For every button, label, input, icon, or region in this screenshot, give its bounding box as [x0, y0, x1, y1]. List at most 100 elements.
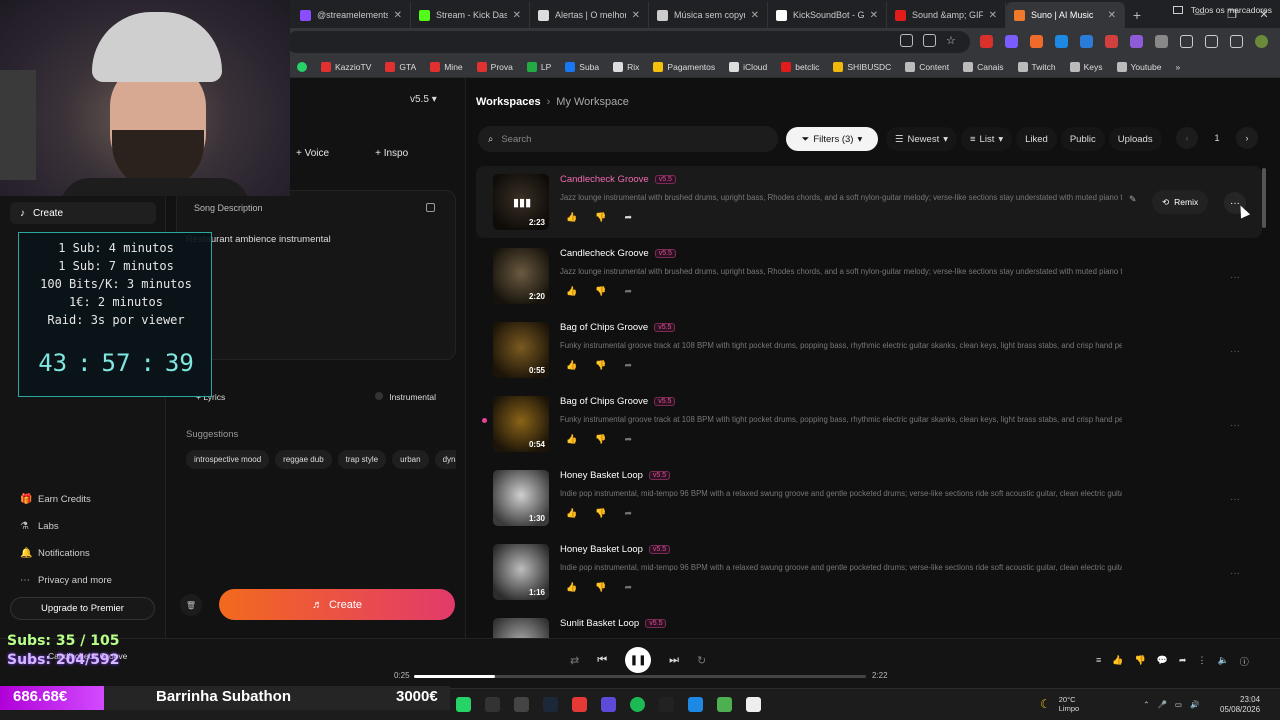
nav-create[interactable]: ♪ Create	[10, 202, 156, 224]
suggestion-chip[interactable]: reggae dub	[275, 450, 332, 469]
song-cover[interactable]: 0:55	[493, 322, 549, 378]
queue-icon[interactable]: ≡	[1096, 655, 1101, 668]
more-options-button[interactable]: ···	[1224, 340, 1246, 362]
extension-icon[interactable]	[1005, 35, 1018, 48]
inspo-button[interactable]: + Inspo	[375, 148, 408, 159]
instrumental-toggle[interactable]: Instrumental	[375, 392, 436, 402]
suggestion-chip[interactable]: trap style	[337, 450, 387, 469]
extension-icon[interactable]	[1130, 35, 1143, 48]
nav-item[interactable]: 🎁 Earn Credits	[20, 486, 112, 513]
bookmark-item[interactable]: Pagamentos	[646, 61, 722, 72]
nav-item[interactable]: 🔔 Notifications	[20, 540, 112, 567]
reading-list-icon[interactable]	[1230, 35, 1243, 48]
like-icon[interactable]: 👍	[566, 434, 577, 445]
share-icon[interactable]: ➦	[1179, 655, 1187, 668]
song-row[interactable]: 1:16 Honey Basket Loop v5.5 Indie pop instr…	[476, 536, 1262, 608]
extension-icon[interactable]	[1055, 35, 1068, 48]
version-selector[interactable]: v5.5 ▾	[410, 94, 437, 105]
puzzle-icon[interactable]	[1180, 35, 1193, 48]
extension-icon[interactable]	[1155, 35, 1168, 48]
song-row[interactable]: 0:55 Bag of Chips Groove v5.5 Funky instrum…	[476, 314, 1262, 386]
suggestion-chip[interactable]: introspective mood	[186, 450, 270, 469]
new-tab-button[interactable]: +	[1125, 2, 1149, 28]
prev-page-button[interactable]: ‹	[1176, 127, 1198, 149]
upgrade-button[interactable]: Upgrade to Premier	[10, 597, 155, 620]
song-title[interactable]: Candlecheck Groove v5.5	[560, 248, 676, 259]
comment-icon[interactable]: 💬	[1157, 655, 1168, 668]
bookmark-item[interactable]: Twitch	[1011, 61, 1063, 72]
browser-tab[interactable]: Sound &amp; GIF Alert ✕	[887, 2, 1006, 28]
bookmark-item[interactable]: Mine	[423, 61, 469, 72]
extension-icon[interactable]	[980, 35, 993, 48]
breadcrumb-workspaces[interactable]: Workspaces	[476, 96, 541, 108]
song-title[interactable]: Bag of Chips Groove v5.5	[560, 322, 676, 333]
bookmark-item[interactable]: Rix	[606, 61, 646, 72]
more-options-button[interactable]: ···	[1224, 562, 1246, 584]
dislike-icon[interactable]: 👎	[595, 434, 606, 445]
song-cover[interactable]: ▮▮▮ 2:23	[493, 174, 549, 230]
bookmark-whatsapp[interactable]	[290, 61, 314, 72]
bookmark-item[interactable]: Prova	[470, 61, 520, 72]
clock[interactable]: 23:04 05/08/2026	[1220, 695, 1260, 715]
song-cover[interactable]: 0:54	[493, 396, 549, 452]
weather[interactable]: 20°C Limpo	[1059, 695, 1079, 713]
share-icon[interactable]: ➦	[624, 508, 632, 519]
uploads-filter[interactable]: Uploads	[1108, 127, 1162, 151]
sort-dropdown[interactable]: ☰ Newest ▾	[886, 127, 957, 151]
app-icon[interactable]	[514, 697, 529, 712]
share-icon[interactable]: ➦	[624, 360, 632, 371]
translate-icon[interactable]	[900, 34, 913, 47]
star-icon[interactable]: ☆	[946, 34, 959, 47]
browser-tab[interactable]: Alertas | O melhor site ✕	[530, 2, 649, 28]
close-tab-icon[interactable]: ✕	[394, 10, 402, 21]
more-options-button[interactable]: ···	[1224, 414, 1246, 436]
search-input[interactable]: ⌕ Search	[478, 126, 778, 152]
remix-button[interactable]: ⟲ Remix	[1152, 190, 1209, 214]
all-bookmarks[interactable]: Todos os marcadores	[1172, 5, 1272, 15]
song-row[interactable]: 2:20 Candlecheck Groove v5.5 Jazz lounge in…	[476, 240, 1262, 312]
dislike-icon[interactable]: 👎	[595, 360, 606, 371]
more-options-button[interactable]: ···	[1224, 488, 1246, 510]
clear-button[interactable]: 🗑	[180, 594, 202, 616]
app-icon[interactable]	[717, 697, 732, 712]
song-title[interactable]: Candlecheck Groove v5.5	[560, 174, 676, 185]
bookmark-item[interactable]: iCloud	[722, 61, 774, 72]
song-title[interactable]: Honey Basket Loop v5.5	[560, 544, 671, 555]
app-icon[interactable]	[659, 697, 674, 712]
dislike-icon[interactable]: 👎	[1134, 655, 1145, 668]
edit-icon[interactable]: ✎	[1129, 194, 1137, 205]
notepad-icon[interactable]	[688, 697, 703, 712]
view-dropdown[interactable]: ≡ List ▾	[961, 127, 1013, 151]
bookmark-item[interactable]: LP	[520, 61, 558, 72]
song-title[interactable]: Bag of Chips Groove v5.5	[560, 396, 676, 407]
song-cover[interactable]: 2:20	[493, 248, 549, 304]
like-icon[interactable]: 👍	[1112, 655, 1123, 668]
song-description-box[interactable]	[176, 190, 456, 360]
speaker-icon[interactable]: 🔊	[1190, 700, 1199, 709]
close-tab-icon[interactable]: ✕	[632, 10, 640, 21]
more-icon[interactable]: ⋮	[1197, 655, 1206, 668]
extension-icon[interactable]	[1105, 35, 1118, 48]
like-icon[interactable]: 👍	[566, 360, 577, 371]
bookmarks-overflow-button[interactable]: »	[1168, 62, 1187, 72]
profile-icon[interactable]	[1255, 35, 1268, 48]
close-tab-icon[interactable]: ✕	[870, 10, 878, 21]
song-cover[interactable]	[493, 618, 549, 638]
expand-icon[interactable]	[426, 203, 435, 212]
nav-item[interactable]: ⚗ Labs	[20, 513, 112, 540]
suggestion-chip[interactable]: urban	[392, 450, 429, 469]
bookmark-item[interactable]: betclic	[774, 61, 826, 72]
mic-icon[interactable]: 🎤	[1158, 700, 1167, 709]
browser-tab[interactable]: Stream - Kick Dashboard ✕	[411, 2, 530, 28]
app-icon[interactable]	[746, 697, 761, 712]
extension-icon[interactable]	[1080, 35, 1093, 48]
volume-icon[interactable]: 🔈	[1217, 655, 1228, 668]
song-title[interactable]: Honey Basket Loop v5.5	[560, 470, 671, 481]
filters-button[interactable]: ⏷ Filters (3) ▾	[786, 127, 878, 151]
nav-item[interactable]: ⋯ Privacy and more	[20, 567, 112, 594]
address-bar[interactable]	[286, 31, 970, 53]
dislike-icon[interactable]: 👎	[595, 286, 606, 297]
song-cover[interactable]: 1:16	[493, 544, 549, 600]
next-icon[interactable]: ⏭	[669, 654, 679, 667]
share-icon[interactable]: ➦	[624, 286, 632, 297]
